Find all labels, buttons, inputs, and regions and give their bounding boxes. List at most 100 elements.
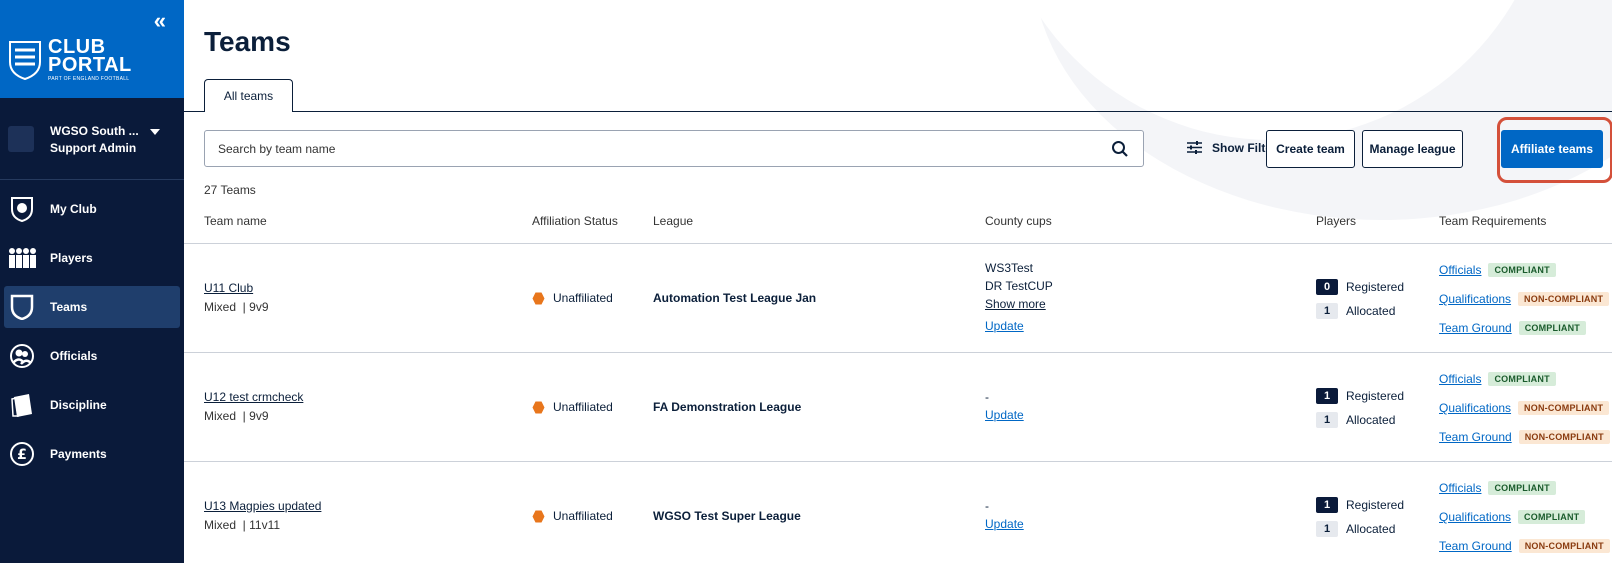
compliance-badge: COMPLIANT [1488,372,1556,386]
affiliation-status: Unaffiliated [532,509,613,523]
league-name: FA Demonstration League [653,400,802,414]
team-name-link[interactable]: U13 Magpies updated [204,499,321,513]
update-link[interactable]: Update [985,318,1053,336]
sidebar-item-officials[interactable]: Officials [4,335,180,377]
players-counts: 1 Registered 1 Allocated [1316,495,1404,539]
col-county-cups: County cups [985,214,1052,228]
officials-icon [8,342,36,370]
team-name-link[interactable]: U11 Club [204,281,269,295]
registered-count: 1 [1316,497,1338,513]
sidebar-item-label: Teams [50,300,88,314]
sidebar-item-teams[interactable]: Teams [4,286,180,328]
col-requirements: Team Requirements [1439,214,1547,228]
page-title: Teams [204,26,291,57]
players-counts: 1 Registered 1 Allocated [1316,386,1404,430]
team-name-link[interactable]: U12 test crmcheck [204,390,303,404]
avatar [8,126,34,152]
hexagon-status-icon [532,401,545,413]
compliance-badge: COMPLIANT [1518,510,1586,524]
team-count: 27 Teams [204,183,256,197]
sidebar-item-label: Players [50,251,93,265]
req-team-ground-link[interactable]: Team Ground [1439,430,1512,444]
lions-crest-icon [9,41,41,80]
user-name: WGSO South ... [50,124,139,138]
team-gender: Mixed [204,409,237,423]
cup-empty: - [985,390,989,404]
search-input[interactable] [218,141,1111,156]
manage-league-button[interactable]: Manage league [1362,130,1463,168]
allocated-count: 1 [1316,303,1338,319]
club-portal-logo: CLUB PORTAL PART OF ENGLAND FOOTBALL [48,36,132,82]
players-counts: 0 Registered 1 Allocated [1316,277,1404,321]
pound-icon: £ [8,440,36,468]
sidebar-item-my-club[interactable]: My Club [4,188,180,230]
sidebar-item-label: Payments [50,447,107,461]
table-row: U13 Magpies updated Mixed | 11v11 Unaffi… [184,462,1612,563]
show-more-link[interactable]: Show more [985,296,1053,314]
team-gender: Mixed [204,518,237,532]
sidebar-item-label: Officials [50,349,98,363]
compliance-badge: COMPLIANT [1488,481,1556,495]
create-team-button[interactable]: Create team [1266,130,1355,168]
compliance-badge: NON-COMPLIANT [1518,430,1610,444]
compliance-badge: COMPLIANT [1518,321,1586,335]
sidebar-item-label: My Club [50,202,97,216]
tab-all-teams[interactable]: All teams [204,79,293,112]
team-requirements: Officials COMPLIANT Qualifications NON-COM… [1439,369,1610,456]
req-officials-link[interactable]: Officials [1439,263,1481,277]
allocated-count: 1 [1316,521,1338,537]
col-affiliation: Affiliation Status [532,214,618,228]
update-link[interactable]: Update [985,516,1024,534]
affiliation-status: Unaffiliated [532,291,613,305]
card-icon [8,391,36,419]
req-qualifications-link[interactable]: Qualifications [1439,510,1511,524]
table-row: U12 test crmcheck Mixed | 9v9 Unaffiliat… [184,353,1612,462]
team-format: 11v11 [249,518,281,532]
league-name: Automation Test League Jan [653,291,817,305]
allocated-count: 1 [1316,412,1338,428]
svg-text:£: £ [17,447,27,463]
compliance-badge: COMPLIANT [1488,263,1556,277]
req-team-ground-link[interactable]: Team Ground [1439,539,1512,553]
registered-count: 1 [1316,388,1338,404]
req-officials-link[interactable]: Officials [1439,481,1481,495]
filter-sliders-icon [1187,141,1202,154]
req-officials-link[interactable]: Officials [1439,372,1481,386]
hexagon-status-icon [532,510,545,522]
req-qualifications-link[interactable]: Qualifications [1439,401,1511,415]
main-content: Teams All teams Show Filters Create team… [184,0,1612,563]
county-cups: - Update [985,389,1024,425]
team-format: 9v9 [249,300,269,314]
user-switcher[interactable]: WGSO South ... Support Admin [0,98,184,180]
team-gender: Mixed [204,300,237,314]
user-role: Support Admin [50,141,137,155]
update-link[interactable]: Update [985,407,1024,425]
shield-icon [8,293,36,321]
table-row: U11 Club Mixed | 9v9 Unaffiliated Automa… [184,244,1612,353]
league-name: WGSO Test Super League [653,509,801,523]
search-box [204,130,1144,167]
team-requirements: Officials COMPLIANT Qualifications COMPLIA… [1439,478,1610,563]
registered-count: 0 [1316,279,1338,295]
county-cups: WS3Test DR TestCUP Show more Update [985,260,1053,336]
collapse-sidebar-icon[interactable]: « [154,8,166,34]
sidebar-item-players[interactable]: Players [4,237,180,279]
chevron-down-icon[interactable] [150,129,160,135]
affiliate-teams-button[interactable]: Affiliate teams [1501,130,1603,168]
sidebar-item-payments[interactable]: £ Payments [4,433,180,475]
sidebar-item-discipline[interactable]: Discipline [4,384,180,426]
compliance-badge: NON-COMPLIANT [1518,292,1610,306]
sidebar-item-label: Discipline [50,398,107,412]
compliance-badge: NON-COMPLIANT [1518,539,1610,553]
players-icon [8,244,36,272]
cup-item: DR TestCUP [985,279,1053,293]
req-qualifications-link[interactable]: Qualifications [1439,292,1511,306]
team-format: 9v9 [249,409,269,423]
county-cups: - Update [985,498,1024,534]
team-requirements: Officials COMPLIANT Qualifications NON-COM… [1439,260,1610,347]
sidebar: « CLUB PORTAL PART OF ENGLAND FOOTBALL W… [0,0,184,563]
req-team-ground-link[interactable]: Team Ground [1439,321,1512,335]
search-icon[interactable] [1111,140,1129,158]
cup-empty: - [985,499,989,513]
compliance-badge: NON-COMPLIANT [1518,401,1610,415]
